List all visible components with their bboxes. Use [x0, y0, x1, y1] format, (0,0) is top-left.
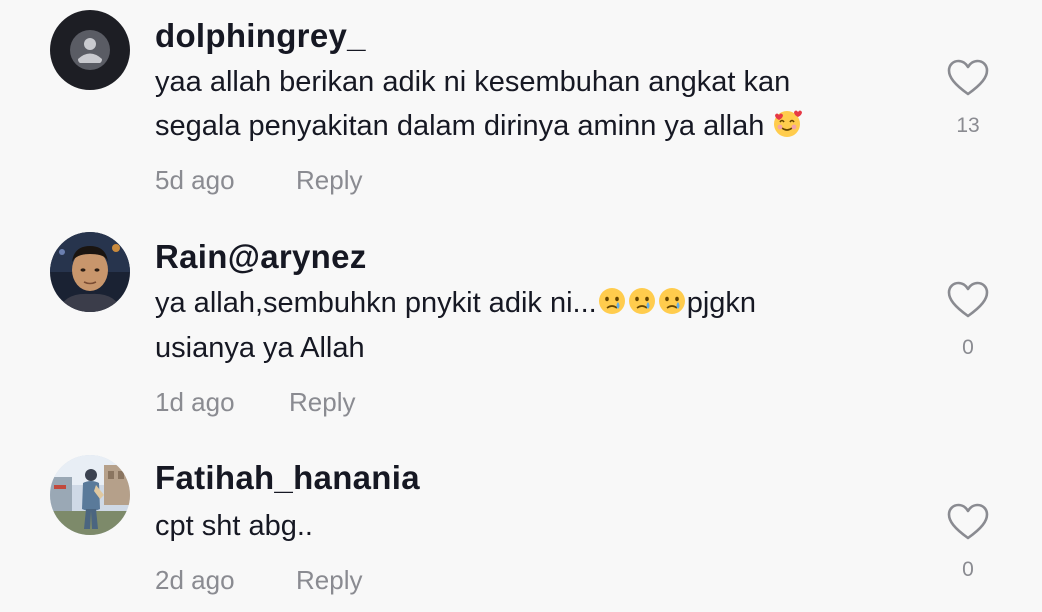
default-avatar-icon [50, 10, 130, 90]
user-photo-icon [50, 232, 130, 312]
avatar[interactable] [50, 10, 130, 90]
like-button[interactable] [946, 58, 990, 98]
timestamp: 5d ago [155, 165, 235, 195]
comment-text: usianya ya Allah [155, 332, 365, 364]
comment-text: cpt sht abg.. [155, 510, 313, 542]
timestamp: 2d ago [155, 565, 235, 595]
crying-face-icon [657, 286, 687, 316]
heart-icon [947, 281, 989, 318]
crying-face-icon [597, 286, 627, 316]
comment-text-line: ya allah,sembuhkn pnykit adik ni... [155, 287, 597, 319]
heart-icon [947, 503, 989, 540]
smiling-face-with-hearts-icon [772, 109, 803, 139]
comment-text-line: segala penyakitan dalam dirinya aminn ya… [155, 110, 765, 142]
reply-button[interactable]: Reply [289, 386, 355, 418]
username[interactable]: dolphingrey_ [155, 16, 366, 56]
username[interactable]: Fatihah_hanania [155, 458, 420, 498]
like-count: 13 [956, 114, 980, 137]
username[interactable]: Rain@arynez [155, 237, 367, 277]
comment-text-line: pjgkn [686, 287, 757, 319]
like-button[interactable] [946, 280, 990, 320]
crying-face-icon [627, 286, 657, 316]
comment-meta: 5d ago Reply [155, 164, 362, 196]
comment-text: ya allah,sembuhkn pnykit adik ni... pjgk… [155, 283, 756, 323]
timestamp: 1d ago [155, 387, 235, 417]
comment-text: segala penyakitan dalam dirinya aminn ya… [155, 106, 803, 146]
like-button[interactable] [946, 502, 990, 542]
comment-text: yaa allah berikan adik ni kesembuhan ang… [155, 66, 791, 98]
reply-button[interactable]: Reply [296, 164, 362, 196]
comment-meta: 2d ago Reply [155, 564, 362, 596]
comment-meta: 1d ago Reply [155, 386, 355, 418]
like-count: 0 [962, 336, 974, 359]
user-photo-icon [50, 455, 130, 535]
heart-icon [947, 59, 989, 96]
reply-button[interactable]: Reply [296, 564, 362, 596]
avatar[interactable] [50, 455, 130, 535]
like-count: 0 [962, 558, 974, 581]
avatar[interactable] [50, 232, 130, 312]
